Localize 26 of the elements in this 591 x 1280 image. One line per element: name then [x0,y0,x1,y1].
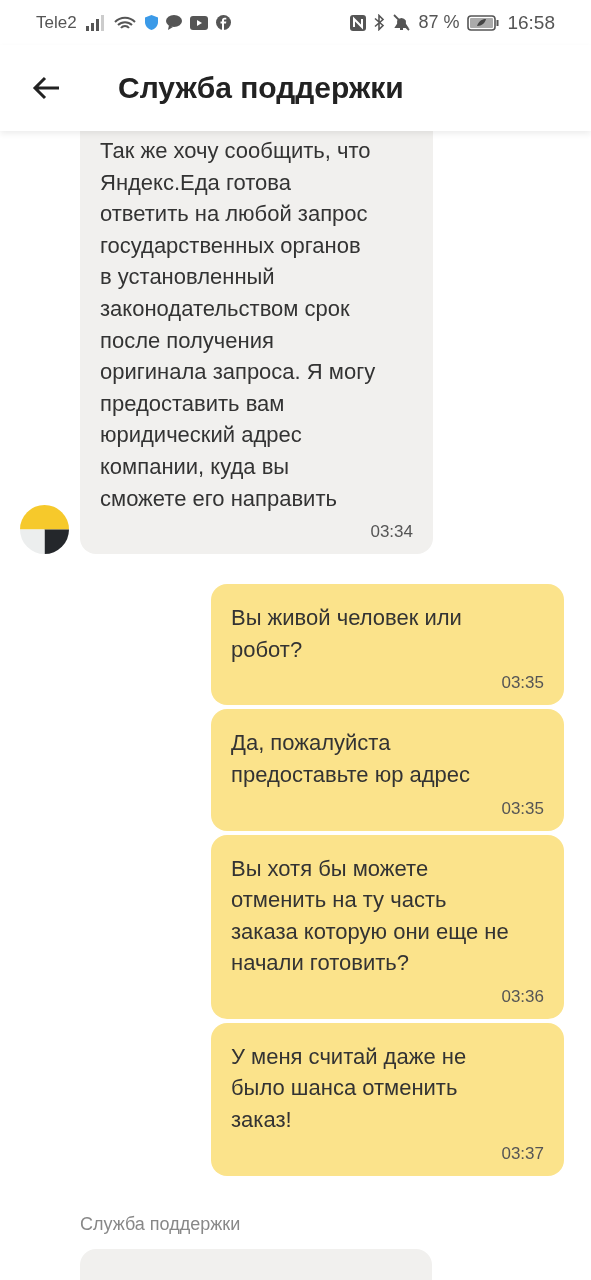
sender-name: Служба поддержки [79,1212,242,1236]
message-time: 03:37 [500,1143,544,1164]
message-text: Так же хочу сообщить, что Яндекс.Еда готова ответить на любой запрос государственных органов в установленный законодательством срок после получения оригинала запроса. Я могу предоставить вам юридический адрес компании, куда вы сможете его направить [100,137,377,513]
message-text: У меня считай даже не было шанса отменить заказ! [231,1042,468,1135]
video-icon [189,15,208,30]
message-time: 03:35 [500,798,544,819]
battery-percent: 87 % [418,12,460,33]
message-text: Вы хотя бы можете отменить на ту часть заказа которую они еще не начали готовить? [231,854,510,978]
back-button[interactable] [32,76,60,100]
signal-icon [84,14,105,31]
message-time: 03:36 [500,986,544,1007]
shield-icon [144,15,158,30]
battery-icon [467,14,500,31]
nfc-icon [350,14,367,31]
chat-title: Служба поддержки [118,71,404,105]
muted-bell-icon [393,14,411,31]
message-text: Вы живой человек или робот? [231,604,463,664]
social-icon [215,15,231,30]
message-time: 03:34 [369,522,413,543]
message-time: 03:35 [500,673,544,694]
bluetooth-icon [374,14,386,31]
chat-icon [165,15,182,30]
carrier-name: Tele2 [36,12,77,33]
message-text: Да, пожалуйста предоставьте юр адрес [231,729,472,789]
clock: 16:58 [507,11,555,34]
wifi-icon [112,14,137,31]
